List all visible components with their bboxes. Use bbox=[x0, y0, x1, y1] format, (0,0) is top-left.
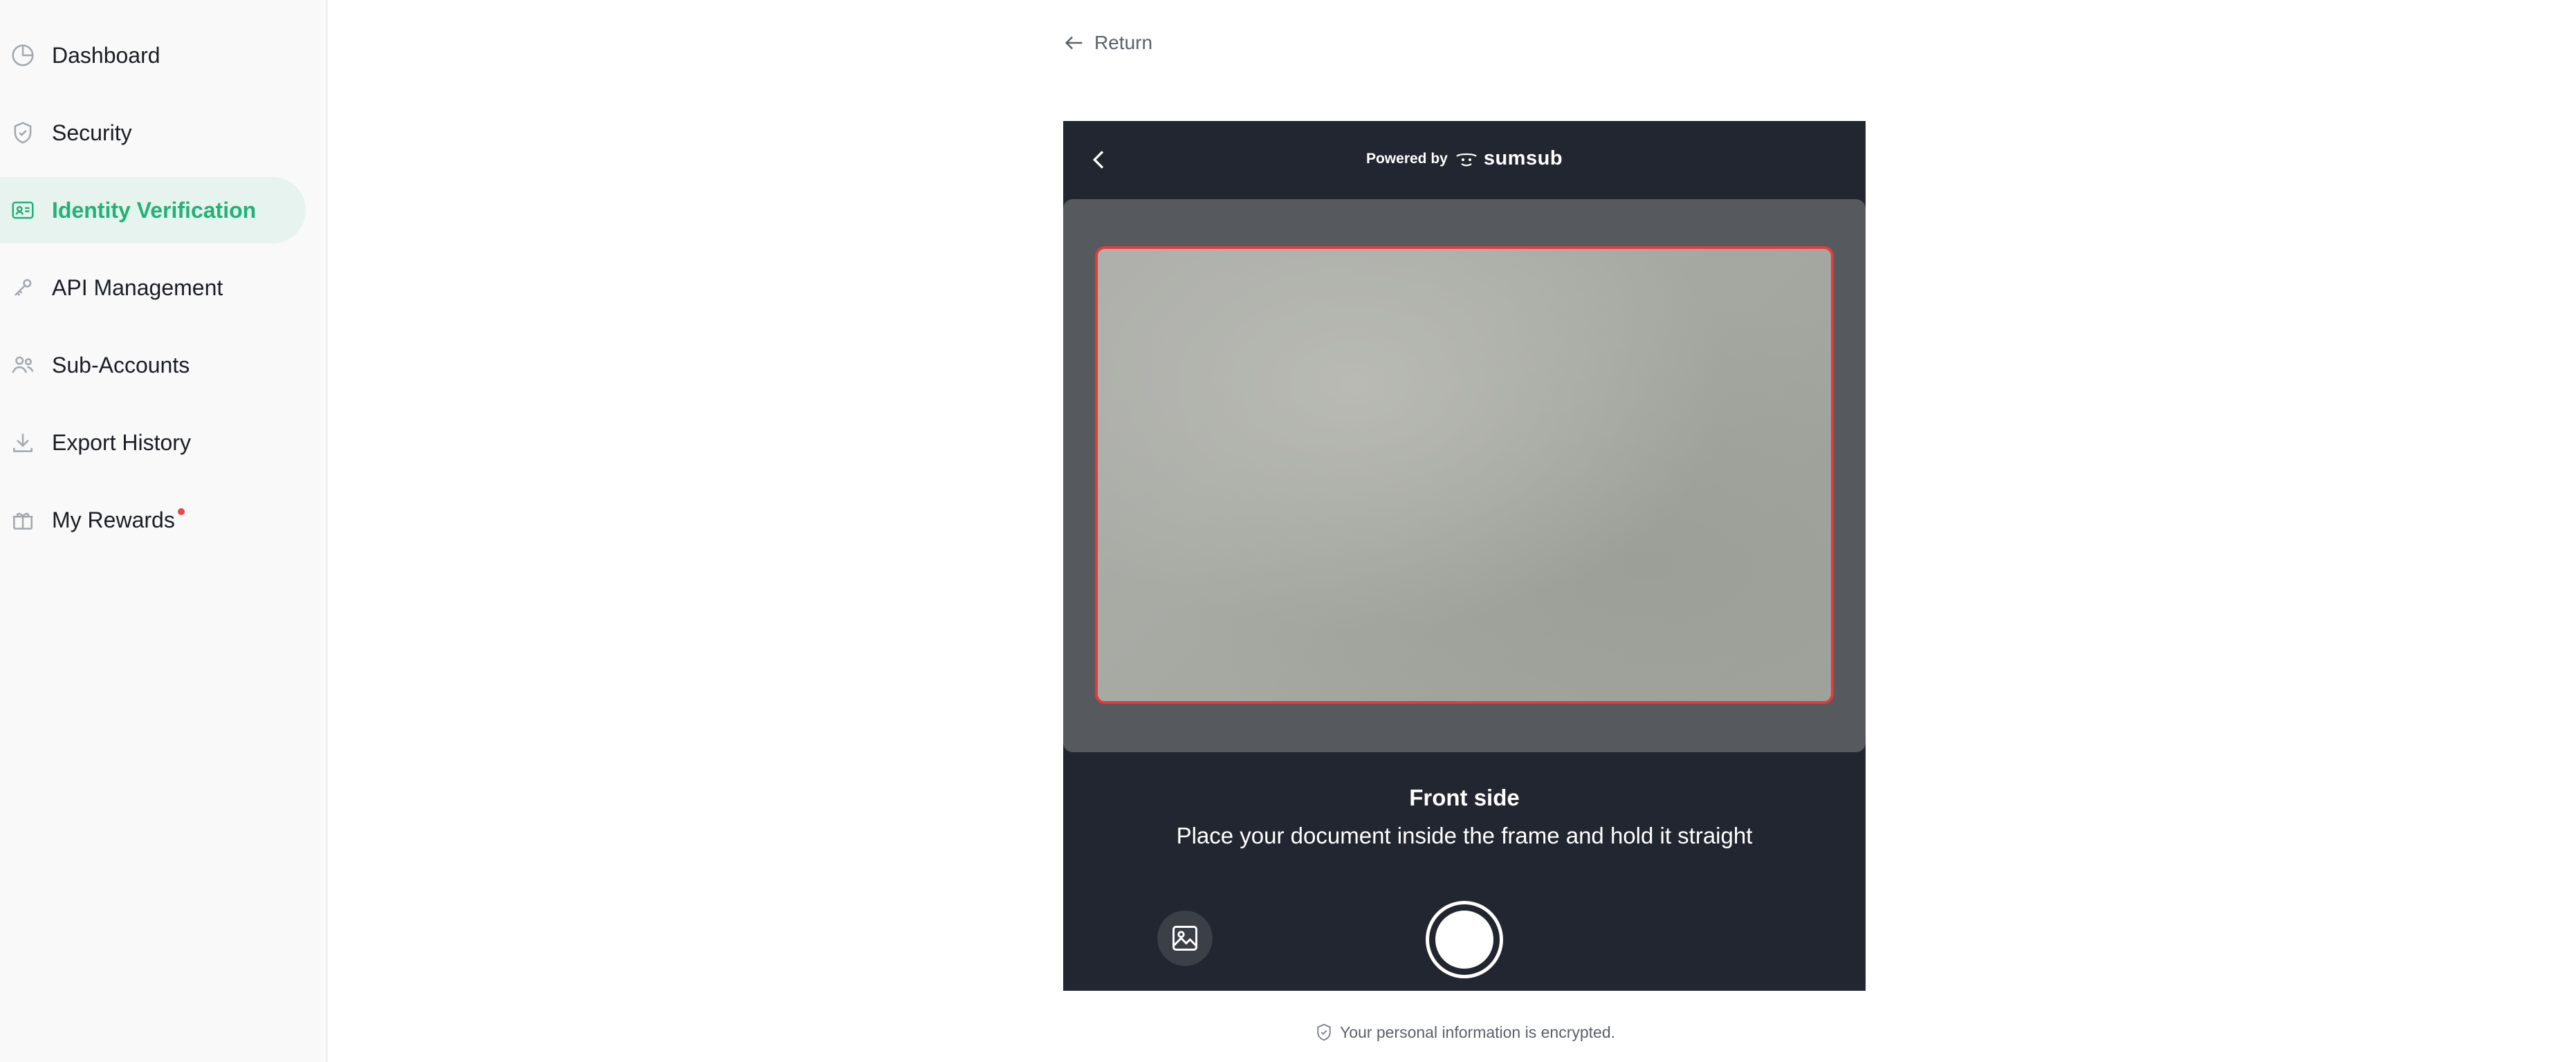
sidebar-item-api-management[interactable]: API Management bbox=[0, 254, 306, 321]
brand-name: sumsub bbox=[1483, 147, 1563, 169]
arrow-left-icon bbox=[1065, 36, 1083, 50]
sidebar-item-label: API Management bbox=[52, 274, 223, 300]
verification-sdk-frame: Powered by sumsub Front side Place your … bbox=[1063, 121, 1866, 991]
sidebar-item-label: Security bbox=[52, 120, 132, 145]
instruction-text: Place your document inside the frame and… bbox=[1176, 823, 1753, 848]
encryption-notice: Your personal information is encrypted. bbox=[1063, 1022, 1866, 1043]
sidebar: Dashboard Security Identity Verification bbox=[0, 0, 328, 1062]
capture-button[interactable] bbox=[1426, 901, 1503, 978]
return-label: Return bbox=[1094, 32, 1153, 53]
shield-check-icon bbox=[1317, 1023, 1331, 1041]
sidebar-item-sub-accounts[interactable]: Sub-Accounts bbox=[0, 332, 306, 398]
image-icon bbox=[1172, 926, 1197, 951]
instruction-title: Front side bbox=[1409, 785, 1520, 810]
upload-from-gallery-button[interactable] bbox=[1157, 911, 1213, 966]
id-card-icon bbox=[10, 197, 36, 223]
return-link[interactable]: Return bbox=[1062, 28, 1152, 58]
sdk-header: Powered by sumsub bbox=[1063, 121, 1866, 198]
api-key-icon bbox=[10, 274, 36, 301]
notification-dot bbox=[177, 507, 185, 515]
camera-preview bbox=[1063, 199, 1866, 752]
download-icon bbox=[10, 429, 36, 456]
sidebar-item-label: Identity Verification bbox=[52, 197, 257, 223]
document-frame bbox=[1095, 246, 1834, 704]
gift-icon bbox=[10, 507, 36, 533]
sidebar-item-label: My Rewards bbox=[52, 507, 185, 533]
users-icon bbox=[10, 352, 36, 378]
sidebar-item-label: Sub-Accounts bbox=[52, 352, 190, 378]
encryption-notice-text: Your personal information is encrypted. bbox=[1339, 1023, 1616, 1041]
sidebar-item-security[interactable]: Security bbox=[0, 100, 306, 166]
shield-icon bbox=[10, 120, 36, 146]
sidebar-item-my-rewards[interactable]: My Rewards bbox=[0, 487, 306, 553]
sidebar-item-export-history[interactable]: Export History bbox=[0, 409, 306, 476]
powered-by-label: Powered by bbox=[1365, 150, 1448, 167]
sidebar-item-label: Dashboard bbox=[52, 42, 160, 68]
sidebar-item-dashboard[interactable]: Dashboard bbox=[0, 22, 306, 88]
powered-by: Powered by sumsub bbox=[1063, 147, 1866, 170]
sidebar-item-label: Export History bbox=[52, 429, 191, 455]
dashboard-icon bbox=[10, 42, 36, 68]
sumsub-logo-icon bbox=[1456, 153, 1477, 166]
sidebar-item-identity-verification[interactable]: Identity Verification bbox=[0, 177, 306, 243]
capture-button-inner bbox=[1433, 908, 1496, 971]
